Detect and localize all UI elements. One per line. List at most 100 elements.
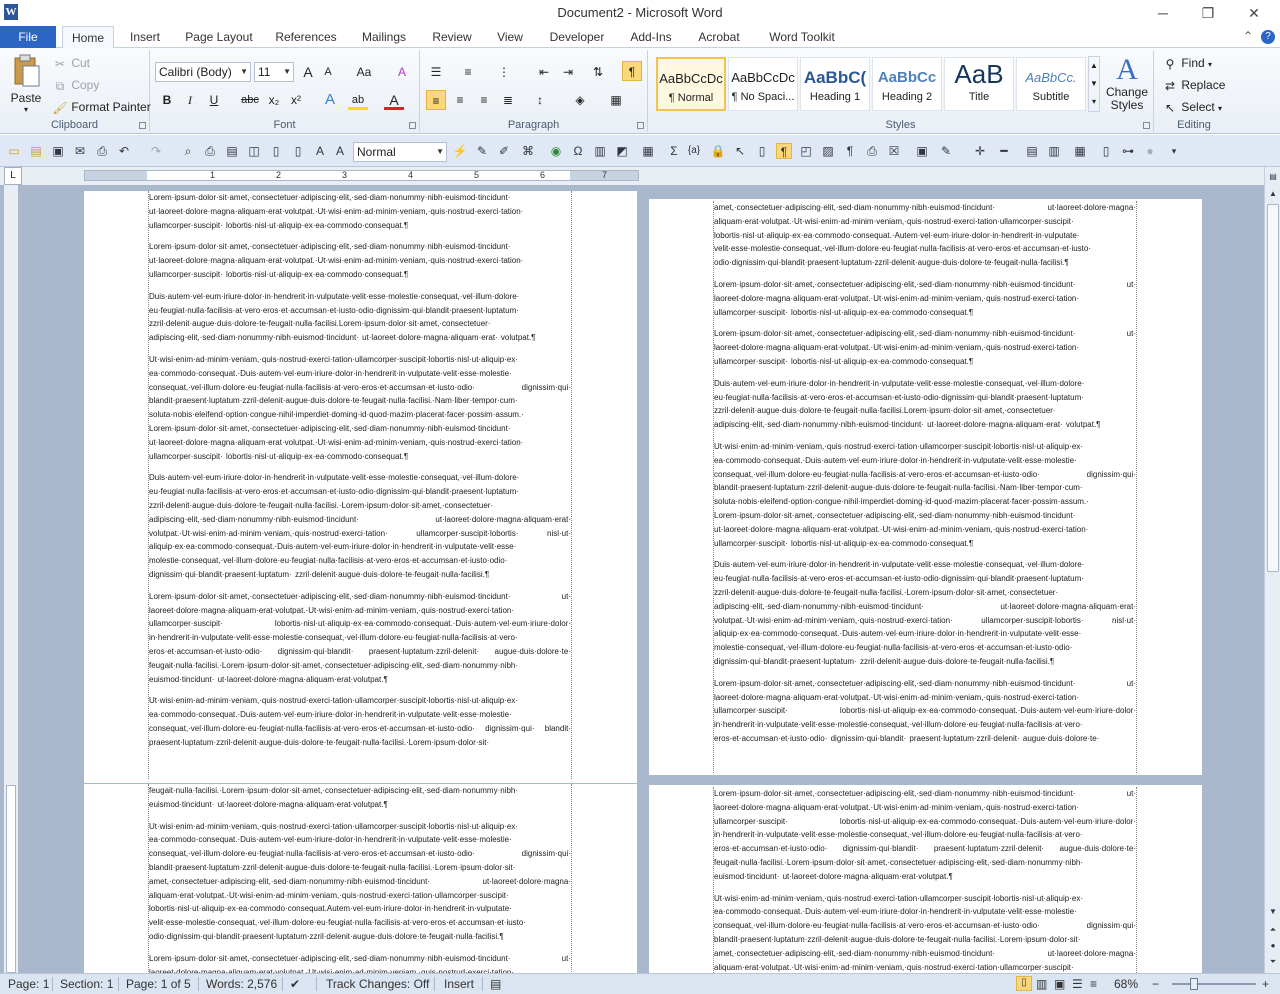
insert-mode-status[interactable]: Insert xyxy=(444,977,474,991)
quick-print-icon[interactable]: ▤ xyxy=(224,143,240,159)
text-effects-button[interactable]: A xyxy=(320,90,340,110)
subscript-button[interactable]: x₂ xyxy=(264,90,284,110)
scroll-thumb[interactable] xyxy=(1267,204,1279,572)
page-of-status[interactable]: Page: 1 of 5 xyxy=(126,977,191,991)
email-icon[interactable]: ✉ xyxy=(72,143,88,159)
sort-icon[interactable]: ⇅ xyxy=(588,62,608,82)
font-family-combo[interactable]: Calibri (Body) ▼ xyxy=(155,62,251,82)
font-launcher-icon[interactable] xyxy=(409,122,416,129)
previous-page-icon[interactable]: ⏶ xyxy=(1266,923,1280,937)
styles-scroll[interactable]: ▲ ▼ ▾ xyxy=(1088,56,1100,112)
columns-icon[interactable]: ▦ xyxy=(1072,143,1088,159)
next-page-icon[interactable]: ⏷ xyxy=(1266,955,1280,969)
scroll-up-icon[interactable]: ▲ xyxy=(1266,187,1280,201)
align-right-icon[interactable]: ≡ xyxy=(474,90,494,110)
layout-icon[interactable]: ▤ xyxy=(1024,143,1040,159)
tab-mailings[interactable]: Mailings xyxy=(354,26,414,48)
cut-button[interactable]: ✂ Cut xyxy=(52,56,90,72)
style-heading-2[interactable]: AaBbCc Heading 2 xyxy=(872,57,942,111)
tab-word-toolkit[interactable]: Word Toolkit xyxy=(760,26,844,48)
page-text-area[interactable]: amet,·consectetuer·adipiscing·elit,·sed·… xyxy=(713,201,1137,773)
brush-icon[interactable]: ⌘ xyxy=(520,143,536,159)
customize-toolbar-icon[interactable]: ▾ xyxy=(1166,143,1182,159)
tab-review[interactable]: Review xyxy=(426,26,478,48)
style-heading-1[interactable]: AaBbC( Heading 1 xyxy=(800,57,870,111)
globe-icon[interactable]: ◉ xyxy=(548,143,564,159)
tab-insert[interactable]: Insert xyxy=(122,26,168,48)
pen-icon[interactable]: ✎ xyxy=(938,143,954,159)
zoom-slider-thumb[interactable] xyxy=(1190,978,1198,990)
split-icon[interactable]: ✛ xyxy=(972,143,988,159)
word-count-status[interactable]: Words: 2,576 xyxy=(206,977,277,991)
paste-button[interactable]: Paste ▾ xyxy=(6,54,46,122)
table-icon[interactable]: ▦ xyxy=(640,143,656,159)
draft-icon[interactable]: ≡ xyxy=(1090,977,1097,991)
close-button[interactable]: ✕ xyxy=(1239,3,1269,23)
zoom-level[interactable]: 68% xyxy=(1114,977,1138,991)
page-number-status[interactable]: Page: 1 xyxy=(8,977,49,991)
print-layout-icon[interactable]: ▯ xyxy=(1016,976,1032,991)
doc-map-icon[interactable]: ▯ xyxy=(1098,143,1114,159)
tab-developer[interactable]: Developer xyxy=(542,26,612,48)
spell-icon[interactable]: A xyxy=(332,143,348,159)
blank-page-icon[interactable]: ▯ xyxy=(290,143,306,159)
tab-page-layout[interactable]: Page Layout xyxy=(180,26,258,48)
view-ruler-icon[interactable]: ▤ xyxy=(1266,170,1280,184)
scroll-down-icon[interactable]: ▼ xyxy=(1266,905,1280,919)
page-icon[interactable]: ▯ xyxy=(268,143,284,159)
vertical-ruler[interactable] xyxy=(4,185,18,973)
select-button[interactable]: ↖ Select ▾ xyxy=(1162,100,1222,116)
field-button[interactable]: {a} xyxy=(684,143,704,159)
zoom-out-button[interactable]: − xyxy=(1152,977,1159,991)
picture-icon[interactable]: ◩ xyxy=(614,143,630,159)
change-styles-button[interactable]: A Change Styles xyxy=(1104,54,1150,112)
format-painter-button[interactable]: 🖌 Format Painter xyxy=(52,100,150,116)
open-icon[interactable]: ▤ xyxy=(28,143,44,159)
full-screen-reading-icon[interactable]: ▥ xyxy=(1036,977,1047,991)
marker-icon[interactable]: ✐ xyxy=(496,143,512,159)
close-doc-icon[interactable]: ☒ xyxy=(886,143,902,159)
proofing-icon[interactable]: ✔ xyxy=(290,977,300,991)
pointer-icon[interactable]: ↖ xyxy=(732,143,748,159)
highlight-pen-icon[interactable]: ✎ xyxy=(474,143,490,159)
strikethrough-button[interactable]: abc xyxy=(238,90,262,110)
omega-icon[interactable]: Ω xyxy=(570,143,586,159)
print-preview-icon[interactable]: ⎙ xyxy=(94,143,110,159)
line-spacing-icon[interactable]: ↕ xyxy=(530,90,550,110)
change-case-button[interactable]: Aa xyxy=(350,62,378,82)
page-text-area[interactable]: feugait·nulla·facilisi.·Lorem·ipsum·dolo… xyxy=(148,784,572,973)
circle-icon[interactable]: ● xyxy=(1142,143,1158,159)
superscript-button[interactable]: x² xyxy=(286,90,306,110)
increase-indent-icon[interactable]: ⇥ xyxy=(558,62,578,82)
show-marks-button[interactable]: ¶ xyxy=(622,61,642,81)
copy-button[interactable]: ⧉ Copy xyxy=(52,78,100,94)
lock-icon[interactable]: 🔒 xyxy=(710,143,726,159)
undo-icon[interactable]: ↶ xyxy=(116,143,132,159)
frame-icon[interactable]: ▣ xyxy=(914,143,930,159)
image-icon[interactable]: ▨ xyxy=(820,143,836,159)
print-icon[interactable]: ⎙ xyxy=(202,143,218,159)
borders-icon[interactable]: ▦ xyxy=(606,90,626,110)
tab-add-ins[interactable]: Add-Ins xyxy=(624,26,678,48)
page[interactable]: amet,·consectetuer·adipiscing·elit,·sed·… xyxy=(649,199,1202,775)
page[interactable]: Lorem·ipsum·dolor·sit·amet,·consectetuer… xyxy=(84,191,637,783)
sum-button[interactable]: Σ xyxy=(666,143,682,159)
ruler-icon[interactable]: ━ xyxy=(996,143,1012,159)
font-size-combo[interactable]: 11 ▼ xyxy=(254,62,294,82)
align-center-icon[interactable]: ≡ xyxy=(450,90,470,110)
format-icon[interactable]: ⚡ xyxy=(452,143,468,159)
tab-selector[interactable]: L xyxy=(4,167,22,185)
grow-font-button[interactable]: A xyxy=(298,62,318,82)
outline-icon[interactable]: ☰ xyxy=(1072,977,1083,991)
shrink-font-button[interactable]: A xyxy=(318,62,338,82)
style-title[interactable]: AaB Title xyxy=(944,57,1014,111)
style-no-spacing[interactable]: AaBbCcDc ¶ No Spaci... xyxy=(728,57,798,111)
window-icon[interactable]: ◰ xyxy=(798,143,814,159)
style-combo[interactable]: Normal ▼ xyxy=(353,142,447,162)
paragraph-launcher-icon[interactable] xyxy=(637,122,644,129)
multilevel-list-icon[interactable]: ⋮ xyxy=(494,62,514,82)
font-color-button[interactable]: A xyxy=(384,90,404,110)
macro-record-icon[interactable]: ▤ xyxy=(490,977,501,991)
pilcrow-button[interactable]: ¶ xyxy=(776,143,792,159)
italic-button[interactable]: I xyxy=(180,90,200,110)
